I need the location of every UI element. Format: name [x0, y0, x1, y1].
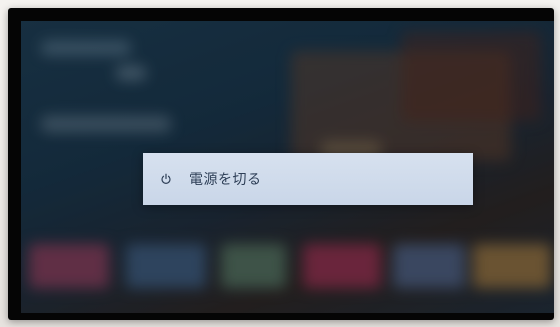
- tv-frame: 電源を切る: [8, 8, 554, 320]
- power-icon: [159, 172, 173, 186]
- power-off-menu-item[interactable]: 電源を切る: [143, 153, 473, 205]
- tv-screen: 電源を切る: [21, 21, 554, 313]
- power-off-label: 電源を切る: [189, 172, 262, 188]
- power-menu: 電源を切る: [143, 153, 473, 205]
